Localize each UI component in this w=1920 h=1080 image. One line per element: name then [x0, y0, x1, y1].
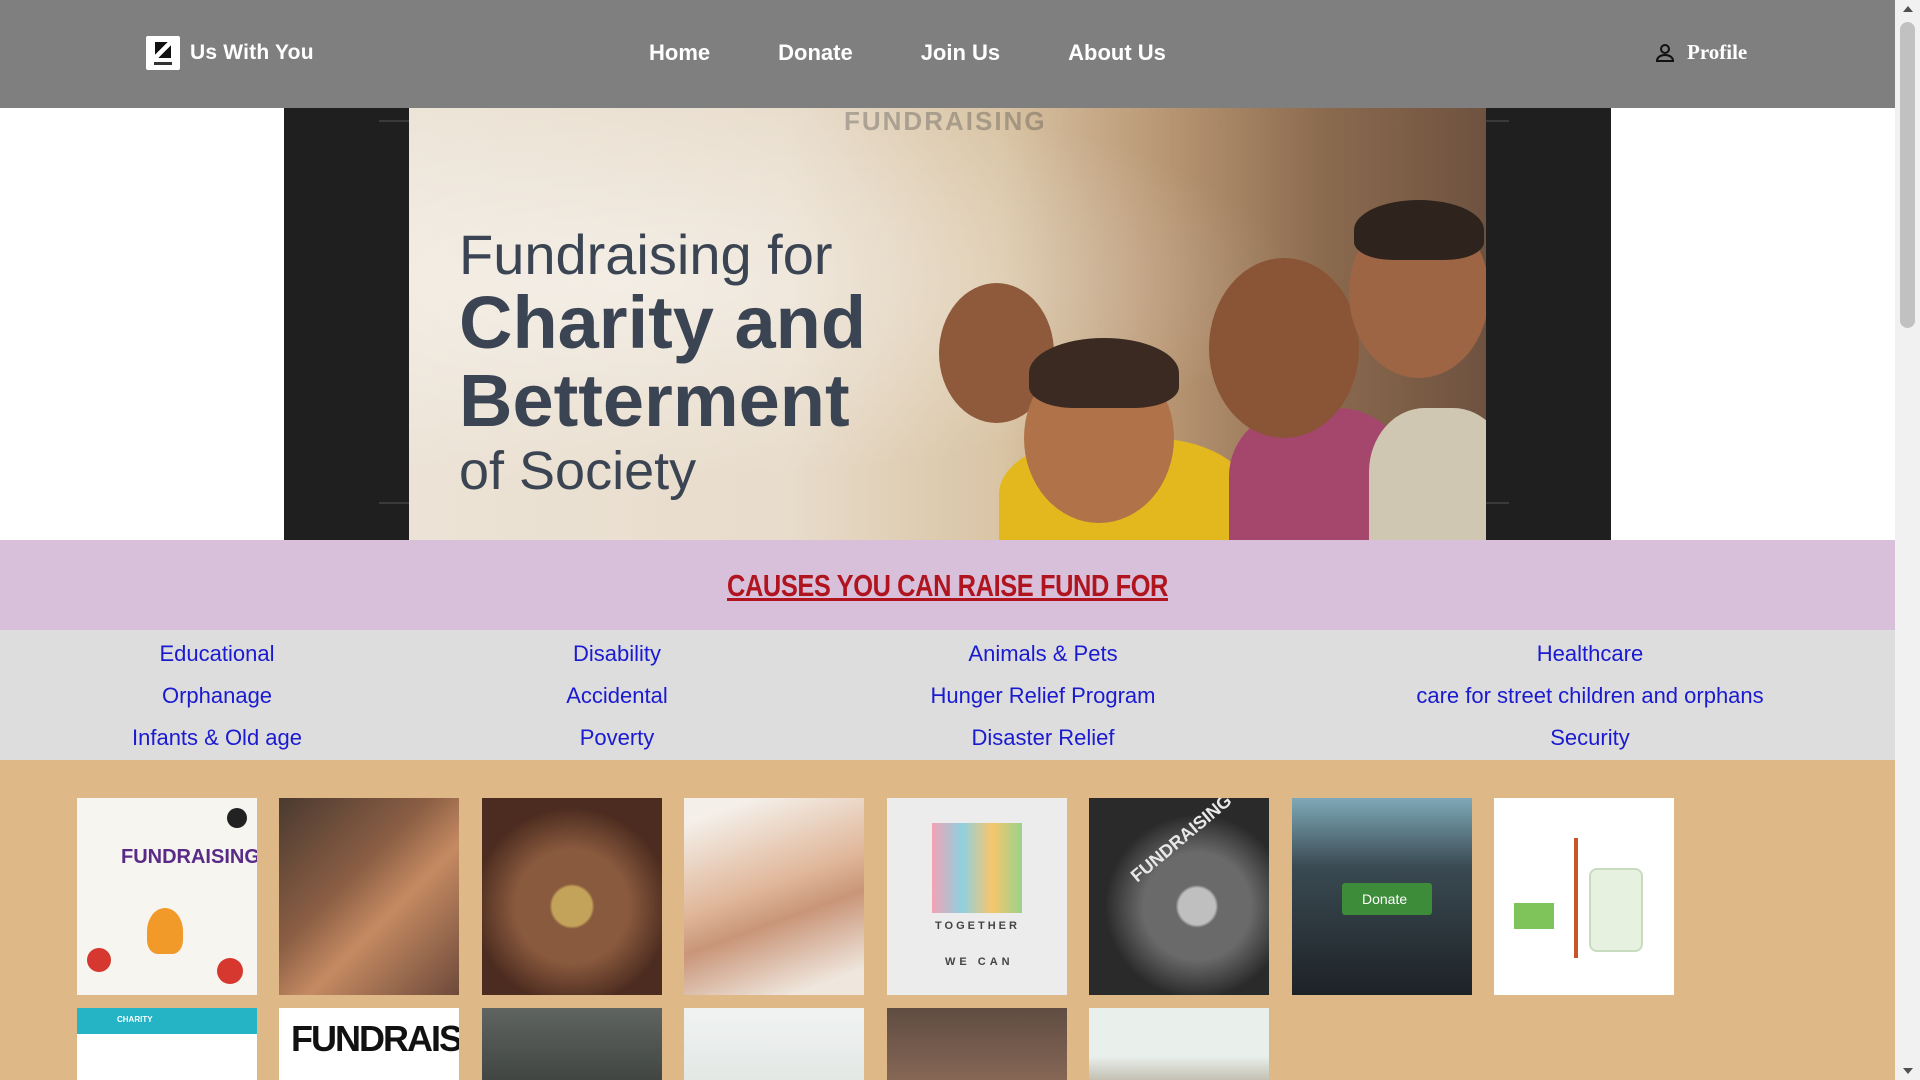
- navbar: Us With You Home Donate Join Us About Us…: [0, 0, 1895, 108]
- cause-hunger-relief[interactable]: Hunger Relief Program: [743, 683, 1343, 709]
- brand-logo-icon: [146, 36, 180, 70]
- user-icon: [1655, 43, 1675, 62]
- nav-link-home[interactable]: Home: [649, 40, 710, 66]
- charity-label: CHARITY: [117, 1015, 153, 1024]
- scroll-down-arrow-icon[interactable]: [1903, 1068, 1913, 1074]
- hero-headline: Fundraising for Charity and Betterment o…: [459, 226, 866, 502]
- hero-line-2: Charity and: [459, 281, 867, 364]
- hero-line-4: of Society: [459, 441, 697, 501]
- cause-disaster-relief[interactable]: Disaster Relief: [743, 725, 1343, 751]
- brand[interactable]: Us With You: [146, 36, 314, 70]
- scrollbar-thumb[interactable]: [1900, 22, 1915, 328]
- nav-link-about-us[interactable]: About Us: [1068, 40, 1166, 66]
- nav-links: Home Donate Join Us About Us: [649, 40, 1166, 66]
- hero-banner: FUNDRAISING Fundraising for Charity and …: [284, 108, 1611, 540]
- cause-security[interactable]: Security: [1290, 725, 1890, 751]
- scroll-up-arrow-icon[interactable]: [1903, 6, 1913, 12]
- nav-link-join-us[interactable]: Join Us: [921, 40, 1000, 66]
- gallery-image-gears[interactable]: FUNDRAISING: [1089, 798, 1269, 995]
- causes-grid: Educational Disability Animals & Pets He…: [0, 630, 1895, 760]
- gears-label: FUNDRAISING: [1126, 798, 1236, 886]
- profile-label: Profile: [1687, 40, 1748, 64]
- gallery-image-holding-hands[interactable]: [684, 798, 864, 995]
- thumb-label: FUNDRAISING: [121, 846, 257, 868]
- we-can-label: WE CAN: [945, 956, 1014, 968]
- causes-title: CAUSES YOU CAN RAISE FUND FOR: [726, 568, 1169, 603]
- hero-line-1: Fundraising for: [459, 223, 833, 286]
- gallery-image-money-jar[interactable]: [1494, 798, 1674, 995]
- donate-key-label: Donate: [1362, 891, 1408, 907]
- gallery-image-fundraising-bulb[interactable]: FUNDRAISING: [77, 798, 257, 995]
- gallery: FUNDRAISING TOGETHER WE CAN FUNDRAISING …: [0, 760, 1895, 1080]
- hero-line-3: Betterment: [459, 359, 850, 442]
- gallery-image-street[interactable]: [482, 1008, 662, 1080]
- gallery-image-charity[interactable]: CHARITY: [77, 1008, 257, 1080]
- profile-button[interactable]: Profile: [1653, 40, 1747, 65]
- gallery-image-fundraising-text[interactable]: FUNDRAISING: [279, 1008, 459, 1080]
- gallery-image-children[interactable]: [279, 798, 459, 995]
- vertical-scrollbar[interactable]: [1895, 0, 1920, 1080]
- hero-watermark: FUNDRAISING: [844, 108, 1047, 136]
- cause-street-children[interactable]: care for street children and orphans: [1290, 683, 1890, 709]
- gallery-image-hands-grain[interactable]: [482, 798, 662, 995]
- together-label: TOGETHER: [935, 920, 1020, 932]
- gallery-image-kids-group[interactable]: [887, 1008, 1067, 1080]
- cause-healthcare[interactable]: Healthcare: [1290, 641, 1890, 667]
- gallery-image-together-we-can[interactable]: TOGETHER WE CAN: [887, 798, 1067, 995]
- hero-image: FUNDRAISING Fundraising for Charity and …: [409, 108, 1486, 540]
- brand-name: Us With You: [190, 41, 314, 64]
- fundraising-big-label: FUNDRAISING: [291, 1018, 459, 1059]
- gallery-image-donate-key[interactable]: Donate: [1292, 798, 1472, 995]
- cause-animals-pets[interactable]: Animals & Pets: [743, 641, 1343, 667]
- nav-link-donate[interactable]: Donate: [778, 40, 853, 66]
- gallery-image-sky[interactable]: [684, 1008, 864, 1080]
- gallery-image-outdoor[interactable]: [1089, 1008, 1269, 1080]
- causes-header: CAUSES YOU CAN RAISE FUND FOR: [0, 540, 1895, 630]
- page: Us With You Home Donate Join Us About Us…: [0, 0, 1895, 1080]
